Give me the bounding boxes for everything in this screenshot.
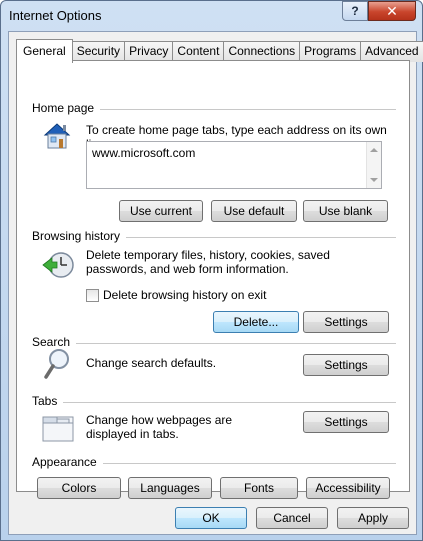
appearance-heading: Appearance [32,455,97,469]
tabs-description: Change how webpages are displayed in tab… [86,413,233,441]
internet-options-window: Internet Options ? ✕ General Security Pr… [0,0,423,541]
help-button[interactable]: ? [342,1,368,21]
tab-connections[interactable]: Connections [224,41,301,62]
fonts-button[interactable]: Fonts [220,477,298,499]
magnifier-icon [43,348,73,383]
section-divider [126,236,396,238]
window-title: Internet Options [9,8,102,23]
scroll-down-arrow-icon[interactable] [370,178,378,182]
browsing-history-settings-button[interactable]: Settings [303,311,389,333]
close-button[interactable]: ✕ [368,1,416,21]
title-bar[interactable]: Internet Options ? ✕ [1,1,422,31]
browsing-history-clock-icon [41,250,75,283]
browsing-history-section-header: Browsing history [32,229,396,243]
tab-security[interactable]: Security [72,41,126,62]
tabs-settings-button[interactable]: Settings [303,411,389,433]
general-tab-panel: Home page To create home page tabs, type… [16,60,410,499]
home-page-url-value: www.microsoft.com [92,146,196,160]
tab-general[interactable]: General [16,39,73,63]
url-box-scrollbar[interactable] [366,142,381,188]
home-page-heading: Home page [32,101,95,115]
section-divider [102,462,396,464]
section-divider [63,401,396,403]
home-page-icon [41,121,73,154]
tabs-heading: Tabs [32,394,58,408]
use-current-button[interactable]: Use current [119,200,203,222]
tab-strip: General Security Privacy Content Connect… [16,39,423,63]
home-page-url-textarea[interactable]: www.microsoft.com [86,141,382,189]
scroll-up-arrow-icon[interactable] [370,148,378,152]
languages-button[interactable]: Languages [128,477,212,499]
section-divider [76,342,396,344]
cancel-button[interactable]: Cancel [256,507,328,529]
apply-button[interactable]: Apply [337,507,409,529]
use-blank-button[interactable]: Use blank [303,200,388,222]
search-section-header: Search [32,335,396,349]
tab-programs[interactable]: Programs [300,41,362,62]
section-divider [100,108,396,110]
dialog-client-area: General Security Privacy Content Connect… [8,31,423,535]
search-description: Change search defaults. [86,356,217,370]
browsing-history-heading: Browsing history [32,229,121,243]
tab-privacy[interactable]: Privacy [125,41,174,62]
tabs-window-icon [41,413,75,446]
search-heading: Search [32,335,71,349]
browsing-history-description: Delete temporary files, history, cookies… [86,248,330,276]
search-settings-button[interactable]: Settings [303,354,389,376]
ok-button[interactable]: OK [175,507,247,529]
delete-history-on-exit-checkbox[interactable] [86,289,99,302]
tabs-section-header: Tabs [32,394,396,408]
accessibility-button[interactable]: Accessibility [306,477,390,499]
home-page-section-header: Home page [32,101,396,115]
tab-content[interactable]: Content [173,41,225,62]
delete-history-on-exit-label[interactable]: Delete browsing history on exit [103,288,266,302]
tab-advanced[interactable]: Advanced [361,41,423,62]
delete-button[interactable]: Delete... [213,311,299,333]
use-default-button[interactable]: Use default [211,200,297,222]
appearance-section-header: Appearance [32,455,396,469]
colors-button[interactable]: Colors [37,477,121,499]
